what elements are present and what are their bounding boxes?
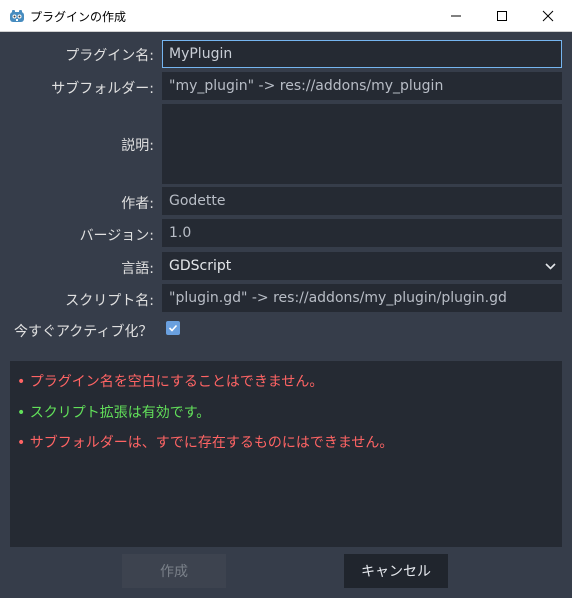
plugin-name-label: プラグイン名: <box>65 48 154 64</box>
version-label: バージョン: <box>79 228 154 244</box>
language-select[interactable]: GDScript <box>162 252 562 280</box>
subfolder-input[interactable]: "my_plugin" -> res://addons/my_plugin <box>162 72 562 100</box>
window-title: プラグインの作成 <box>30 10 127 24</box>
godot-icon <box>10 10 24 22</box>
script-name-label: スクリプト名: <box>65 293 154 309</box>
validation-message: • サブフォルダーは、すでに存在するものにはできません。 <box>17 435 394 451</box>
maximize-icon <box>497 10 507 21</box>
script-name-input[interactable]: "plugin.gd" -> res://addons/my_plugin/pl… <box>162 284 562 312</box>
version-input[interactable]: 1.0 <box>162 219 562 247</box>
author-input[interactable]: Godette <box>162 187 562 215</box>
minimize-icon <box>451 15 461 16</box>
validation-panel: • プラグイン名を空白にすることはできません。 • スクリプト拡張は有効です。 … <box>10 361 562 547</box>
dialog-body: プラグイン名: MyPlugin サブフォルダー: "my_plugin" ->… <box>0 32 572 598</box>
close-button[interactable] <box>525 0 571 31</box>
author-label: 作者: <box>121 196 154 212</box>
description-label: 説明: <box>121 138 154 154</box>
language-value: GDScript <box>169 258 232 274</box>
minimize-button[interactable] <box>433 0 479 31</box>
description-textarea[interactable] <box>162 104 562 184</box>
activate-checkbox[interactable] <box>166 321 180 335</box>
cancel-button[interactable]: キャンセル <box>344 554 448 588</box>
title-bar: プラグインの作成 <box>0 0 572 32</box>
maximize-button[interactable] <box>479 0 525 31</box>
validation-message: • スクリプト拡張は有効です。 <box>17 405 211 421</box>
subfolder-label: サブフォルダー: <box>51 81 154 97</box>
close-icon <box>542 10 554 21</box>
validation-message: • プラグイン名を空白にすることはできません。 <box>17 374 324 390</box>
language-label: 言語: <box>121 261 154 277</box>
checkmark-icon <box>168 324 178 332</box>
create-button[interactable]: 作成 <box>122 554 226 588</box>
chevron-down-icon <box>545 263 556 270</box>
plugin-name-input[interactable]: MyPlugin <box>162 40 562 68</box>
activate-label: 今すぐアクティブ化？ <box>14 324 153 340</box>
